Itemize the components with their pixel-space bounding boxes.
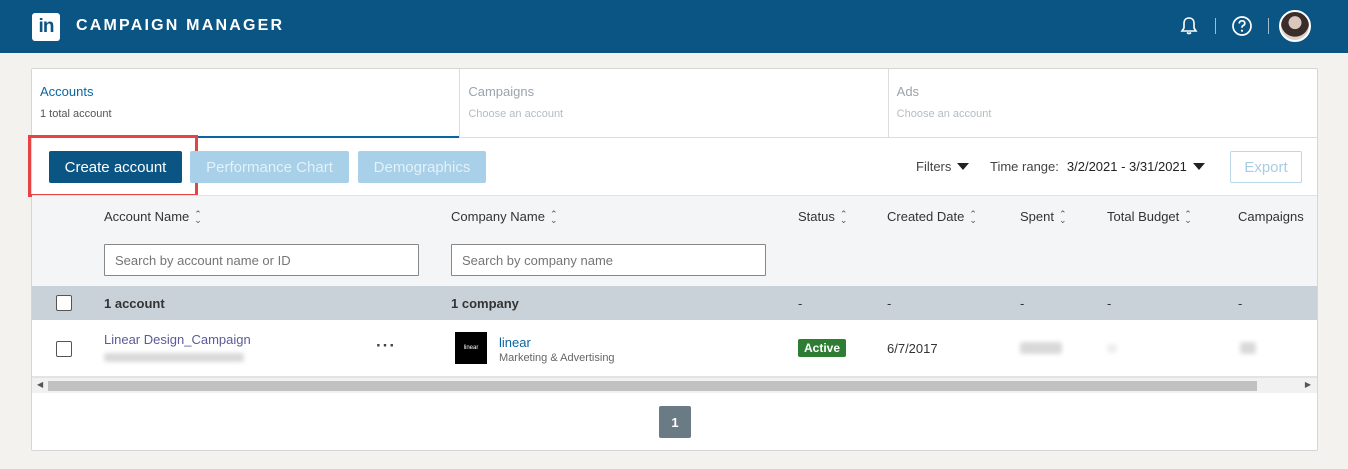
summary-campaigns: -: [1238, 296, 1243, 311]
column-label: Account Name: [104, 209, 190, 224]
summary-row: 1 account 1 company - - - - -: [32, 286, 1317, 320]
sort-icon: ⌃ ⌄: [839, 208, 848, 225]
redacted-budget: [1107, 344, 1117, 353]
sort-icon: ⌃ ⌄: [549, 208, 558, 225]
create-account-button[interactable]: Create account: [49, 151, 182, 183]
column-label: Campaigns: [1238, 209, 1304, 224]
sort-icon: ⌃ ⌄: [194, 208, 202, 225]
search-account-input[interactable]: [104, 244, 419, 276]
tab-accounts[interactable]: Accounts 1 total account: [32, 69, 461, 138]
column-header-account-name[interactable]: Account Name ⌃ ⌄: [104, 209, 202, 224]
performance-chart-button[interactable]: Performance Chart: [190, 151, 349, 183]
tab-label: Accounts: [40, 84, 94, 99]
column-header-status[interactable]: Status ⌃ ⌄: [798, 209, 847, 224]
pagination-page-button[interactable]: 1: [659, 406, 691, 438]
status-badge: Active: [798, 339, 847, 357]
filters-label: Filters: [916, 159, 952, 174]
column-header-spent[interactable]: Spent ⌃ ⌄: [1020, 209, 1067, 224]
app-title: CAMPAIGN MANAGER: [76, 17, 285, 34]
header-divider: [1268, 18, 1269, 34]
created-date: 6/7/2017: [887, 341, 938, 356]
summary-accounts: 1 account: [104, 296, 165, 311]
redacted-account-id: [104, 353, 244, 362]
avatar[interactable]: [1279, 10, 1311, 42]
caret-down-icon: [1192, 163, 1205, 170]
tab-subtitle: Choose an account: [896, 108, 992, 120]
tab-subtitle: Choose an account: [468, 108, 564, 120]
column-label: Status: [798, 209, 835, 224]
scroll-right-icon[interactable]: ▶: [1305, 380, 1311, 389]
column-label: Total Budget: [1107, 209, 1180, 224]
time-range-label: Time range:: [990, 159, 1059, 174]
tab-label: Campaigns: [468, 84, 535, 99]
caret-down-icon: [957, 163, 970, 170]
top-navigation-bar: in CAMPAIGN MANAGER: [0, 0, 1348, 53]
column-label: Spent: [1020, 209, 1054, 224]
company-industry: Marketing & Advertising: [499, 352, 615, 364]
redacted-campaigns: [1240, 342, 1256, 354]
summary-status: -: [798, 296, 803, 311]
search-company-input[interactable]: [451, 244, 766, 276]
entity-tabs: Accounts 1 total account Campaigns Choos…: [32, 69, 1317, 138]
summary-companies: 1 company: [451, 296, 519, 311]
time-range-value: 3/2/2021 - 3/31/2021: [1066, 159, 1187, 174]
export-button[interactable]: Export: [1230, 151, 1302, 183]
header-actions: [1172, 10, 1312, 42]
column-header-company-name[interactable]: Company Name ⌃ ⌄: [451, 209, 557, 224]
demographics-button[interactable]: Demographics: [358, 151, 486, 183]
select-all-checkbox[interactable]: [56, 295, 72, 311]
table-row: Linear Design_Campaign ··· linear linear…: [32, 320, 1317, 377]
sort-icon: ⌃ ⌄: [1184, 208, 1192, 225]
more-options-icon[interactable]: ···: [376, 336, 396, 356]
horizontal-scrollbar[interactable]: ◀ ▶: [32, 377, 1317, 393]
summary-budget: -: [1107, 296, 1112, 311]
column-label: Company Name: [451, 209, 545, 224]
redacted-spent: [1020, 342, 1062, 354]
accounts-panel: Accounts 1 total account Campaigns Choos…: [28, 68, 1318, 451]
header-divider: [1215, 18, 1216, 34]
tab-ads[interactable]: Ads Choose an account: [889, 69, 1317, 137]
tab-subtitle: 1 total account: [40, 108, 112, 120]
tab-label: Ads: [896, 84, 920, 99]
column-header-campaigns[interactable]: Campaigns: [1238, 209, 1304, 224]
summary-created: -: [887, 296, 892, 311]
sort-icon: ⌃ ⌄: [969, 208, 977, 225]
table-header: Account Name ⌃ ⌄ Company Name ⌃ ⌄ Status ⌃…: [32, 195, 1317, 286]
company-name-link[interactable]: linear: [499, 335, 531, 350]
scrollbar-thumb[interactable]: [48, 381, 1257, 391]
filters-dropdown[interactable]: Filters: [916, 159, 970, 174]
column-label: Created Date: [887, 209, 965, 224]
row-checkbox[interactable]: [56, 341, 72, 357]
scroll-left-icon[interactable]: ◀: [37, 380, 43, 389]
help-icon[interactable]: [1225, 10, 1259, 42]
time-range-selector[interactable]: Time range: 3/2/2021 - 3/31/2021: [990, 159, 1205, 174]
column-header-created-date[interactable]: Created Date ⌃ ⌄: [887, 209, 977, 224]
company-logo: linear: [455, 332, 487, 364]
sort-icon: ⌃ ⌄: [1058, 208, 1067, 225]
linkedin-logo[interactable]: in: [32, 13, 60, 41]
column-header-total-budget[interactable]: Total Budget ⌃ ⌄: [1107, 209, 1192, 224]
profile-menu[interactable]: [1278, 10, 1312, 42]
summary-spent: -: [1020, 296, 1025, 311]
tab-campaigns[interactable]: Campaigns Choose an account: [460, 69, 889, 137]
bell-icon[interactable]: [1172, 10, 1206, 42]
account-name-link[interactable]: Linear Design_Campaign: [104, 332, 251, 347]
